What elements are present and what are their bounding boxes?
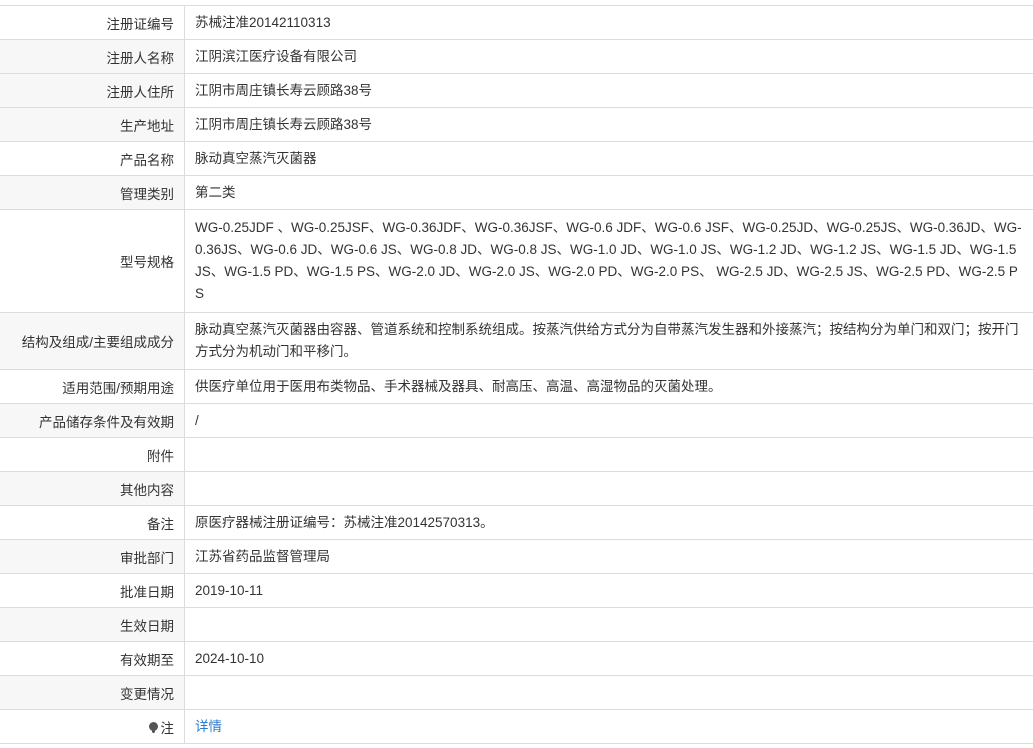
table-row-approval-date: 批准日期 2019-10-11	[0, 574, 1033, 608]
row-value	[185, 438, 1033, 471]
row-value	[185, 472, 1033, 505]
row-label: 注	[0, 710, 185, 743]
details-link[interactable]: 详情	[195, 716, 222, 738]
table-row-intended-use: 适用范围/预期用途 供医疗单位用于医用布类物品、手术器械及器具、耐高压、高温、高…	[0, 370, 1033, 404]
row-label: 变更情况	[0, 676, 185, 709]
row-label: 产品名称	[0, 142, 185, 175]
row-value: /	[185, 404, 1033, 437]
row-label: 结构及组成/主要组成成分	[0, 313, 185, 369]
row-value: 2019-10-11	[195, 582, 264, 598]
table-row-attachment: 附件	[0, 438, 1033, 472]
table-row-cert-number: 注册证编号 苏械注准20142110313	[0, 6, 1033, 40]
table-row-approval-dept: 审批部门 江苏省药品监督管理局	[0, 540, 1033, 574]
row-value: 2024-10-10	[195, 650, 265, 666]
table-row-note: 注 详情	[0, 710, 1033, 744]
table-row-changes: 变更情况	[0, 676, 1033, 710]
row-value: 脉动真空蒸汽灭菌器由容器、管道系统和控制系统组成。按蒸汽供给方式分为自带蒸汽发生…	[185, 313, 1033, 369]
table-row-other: 其他内容	[0, 472, 1033, 506]
row-label: 注册人住所	[0, 74, 185, 107]
row-label: 审批部门	[0, 540, 185, 573]
location-pin-icon	[148, 722, 158, 733]
row-value: WG-0.25JDF 、WG-0.25JSF、WG-0.36JDF、WG-0.3…	[195, 220, 1022, 301]
row-label: 管理类别	[0, 176, 185, 209]
table-row-production-address: 生产地址 江阴市周庄镇长寿云顾路38号	[0, 108, 1033, 142]
row-label: 批准日期	[0, 574, 185, 607]
row-label: 注册证编号	[0, 6, 185, 39]
table-row-expiry-date: 有效期至 2024-10-10	[0, 642, 1033, 676]
row-label: 型号规格	[0, 210, 185, 312]
row-label: 产品储存条件及有效期	[0, 404, 185, 437]
row-value: 江阴市周庄镇长寿云顾路38号	[185, 108, 1033, 141]
table-row-model-spec: 型号规格 WG-0.25JDF 、WG-0.25JSF、WG-0.36JDF、W…	[0, 210, 1033, 313]
registration-info-table: 注册证编号 苏械注准20142110313 注册人名称 江阴滨江医疗设备有限公司…	[0, 5, 1033, 744]
row-value: 江阴市周庄镇长寿云顾路38号	[185, 74, 1033, 107]
table-row-category: 管理类别 第二类	[0, 176, 1033, 210]
row-value: 江苏省药品监督管理局	[185, 540, 1033, 573]
row-value: 江阴滨江医疗设备有限公司	[185, 40, 1033, 73]
row-label: 有效期至	[0, 642, 185, 675]
row-label: 生效日期	[0, 608, 185, 641]
row-label: 备注	[0, 506, 185, 539]
row-label: 其他内容	[0, 472, 185, 505]
row-value: 苏械注准20142110313	[195, 14, 331, 30]
row-value: 原医疗器械注册证编号：苏械注准20142570313。	[195, 514, 494, 530]
table-row-structure: 结构及组成/主要组成成分 脉动真空蒸汽灭菌器由容器、管道系统和控制系统组成。按蒸…	[0, 313, 1033, 370]
note-label: 注	[160, 720, 175, 736]
row-label: 适用范围/预期用途	[0, 370, 185, 403]
row-value: 供医疗单位用于医用布类物品、手术器械及器具、耐高压、高温、高湿物品的灭菌处理。	[195, 378, 722, 394]
table-row-product-name: 产品名称 脉动真空蒸汽灭菌器	[0, 142, 1033, 176]
table-row-storage: 产品储存条件及有效期 /	[0, 404, 1033, 438]
row-value	[185, 608, 1033, 641]
row-value	[185, 676, 1033, 709]
row-label: 附件	[0, 438, 185, 471]
table-row-effective-date: 生效日期	[0, 608, 1033, 642]
row-label: 生产地址	[0, 108, 185, 141]
table-row-registrant-address: 注册人住所 江阴市周庄镇长寿云顾路38号	[0, 74, 1033, 108]
row-value: 脉动真空蒸汽灭菌器	[195, 150, 317, 166]
table-row-registrant-name: 注册人名称 江阴滨江医疗设备有限公司	[0, 40, 1033, 74]
row-value: 第二类	[185, 176, 1033, 209]
row-label: 注册人名称	[0, 40, 185, 73]
row-value: 详情	[185, 710, 1033, 743]
table-row-remarks: 备注 原医疗器械注册证编号：苏械注准20142570313。	[0, 506, 1033, 540]
